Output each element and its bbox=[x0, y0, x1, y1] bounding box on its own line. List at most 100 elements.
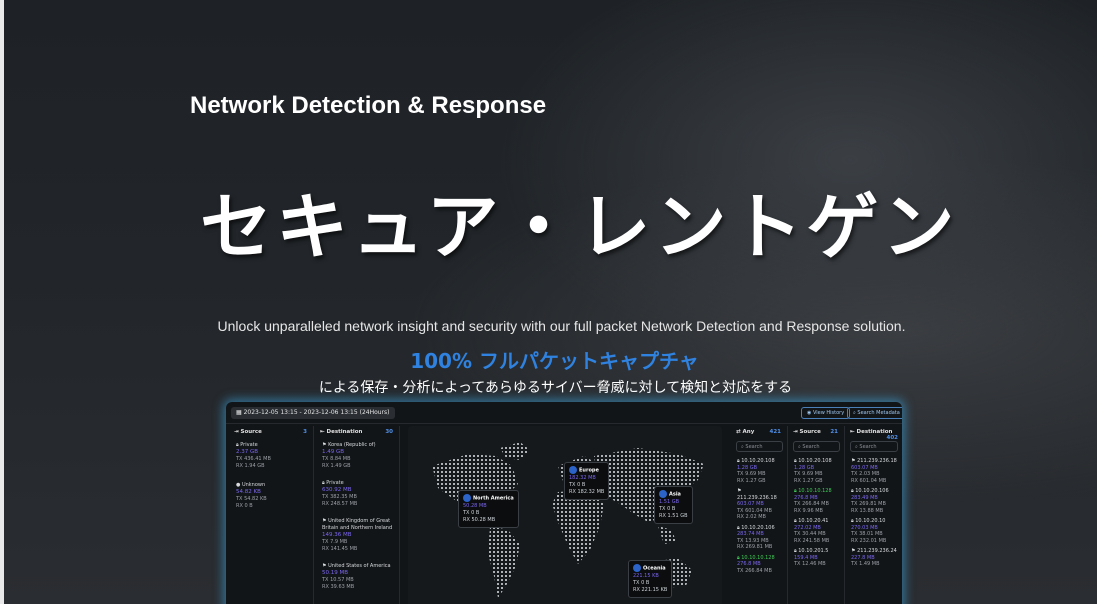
left-edge-strip bbox=[0, 0, 4, 604]
entry-rx: RX 601.04 MB bbox=[851, 477, 887, 484]
source-ip-panel-header: ⇥ Source 21 bbox=[789, 426, 844, 438]
list-item[interactable]: ⚑ 211.239.236.18 603.07 MB TX 2.03 MB RX 60… bbox=[846, 455, 902, 485]
entry-rx: RX 0 B bbox=[236, 503, 253, 509]
entry-size: 149.36 MB bbox=[322, 532, 352, 538]
entry-rx: RX 39.63 MB bbox=[322, 584, 355, 590]
entry-rx: RX 1.94 GB bbox=[236, 463, 265, 469]
region-popup-asia[interactable]: Asia 1.51 GB TX 0 B RX 1.51 GB bbox=[654, 486, 693, 524]
entry-size: 50.19 MB bbox=[322, 570, 349, 576]
region-size: 221.15 KB bbox=[633, 572, 659, 579]
entry-name: Korea (Republic of) bbox=[328, 442, 376, 448]
entry-ip: 10.10.20.108 bbox=[798, 458, 832, 464]
list-item[interactable]: 🔒︎ 10.10.20.41 272.02 MB TX 30.44 MB RX 241… bbox=[789, 515, 844, 545]
region-rx: RX 182.32 MB bbox=[569, 488, 605, 495]
any-panel-title: Any bbox=[742, 429, 755, 435]
date-range-picker[interactable]: ▦ 2023-12-05 13:15 - 2023-12-06 13:15 (2… bbox=[231, 407, 395, 419]
entry-rx: RX 1.49 GB bbox=[322, 463, 351, 469]
region-name: Europe bbox=[579, 467, 599, 474]
view-history-button[interactable]: ◉ View History bbox=[801, 407, 851, 419]
flag-icon: ⚑ bbox=[737, 488, 742, 494]
destination-panel-title: Destination bbox=[326, 429, 363, 435]
world-map[interactable]: North America 50.28 MB TX 0 B RX 50.28 M… bbox=[408, 426, 722, 604]
region-tx: TX 0 B bbox=[659, 505, 676, 512]
list-item[interactable]: ⚑ 211.239.236.18 603.07 MB TX 601.04 MB RX … bbox=[732, 485, 787, 522]
hero-subline: Unlock unparalleled network insight and … bbox=[217, 318, 906, 334]
entry-size: 2.37 GB bbox=[236, 449, 259, 455]
list-item[interactable]: 🔒︎ Private 2.37 GB TX 436.41 MB RX 1.94 … bbox=[230, 438, 313, 472]
search-placeholder: Search bbox=[859, 444, 877, 450]
search-metadata-button[interactable]: ⌕ Search Metadata bbox=[847, 407, 902, 419]
region-size: 50.28 MB bbox=[463, 502, 487, 509]
list-item[interactable]: 🔒︎ 10.10.10.128 276.8 MB TX 266.84 MB bbox=[732, 552, 787, 576]
date-range-label: 2023-12-05 13:15 - 2023-12-06 13:15 (24H… bbox=[243, 409, 390, 416]
globe-icon bbox=[659, 490, 667, 498]
region-popup-north-america[interactable]: North America 50.28 MB TX 0 B RX 50.28 M… bbox=[458, 490, 519, 528]
destination-panel: ⇤ Destination 30 ⚑ Korea (Republic of) 1… bbox=[316, 426, 400, 604]
entry-ip: 10.10.10.128 bbox=[798, 488, 832, 494]
destination-panel-header: ⇤ Destination 30 bbox=[316, 426, 399, 438]
entry-name: Private bbox=[326, 480, 344, 486]
list-item[interactable]: 🔒︎ 10.10.20.108 1.28 GB TX 9.69 MB RX 1.27 … bbox=[789, 455, 844, 485]
entry-tx: TX 382.35 MB bbox=[322, 494, 357, 500]
destination-search-input[interactable]: ⌕ Search bbox=[850, 441, 898, 452]
source-panel-title: Source bbox=[240, 429, 262, 435]
entry-tx: TX 7.9 MB bbox=[322, 539, 348, 545]
source-panel: ⇥ Source 3 🔒︎ Private 2.37 GB TX 436.41 … bbox=[230, 426, 314, 604]
entry-ip: 211.239.236.24 bbox=[857, 548, 897, 554]
region-popup-oceania[interactable]: Oceania 221.15 KB TX 0 B RX 221.15 KB bbox=[628, 560, 673, 598]
entry-name: Unknown bbox=[241, 482, 266, 488]
list-item[interactable]: 🔒︎ 10.10.20.106 283.74 MB TX 13.93 MB RX 26… bbox=[732, 522, 787, 552]
list-item[interactable]: ⚑ United Kingdom of Great Britain and No… bbox=[316, 514, 399, 555]
entry-ip: 10.10.20.106 bbox=[741, 524, 775, 531]
list-item[interactable]: ⚑ Korea (Republic of) 1.49 GB TX 8.84 MB… bbox=[316, 438, 399, 472]
source-search-input[interactable]: ⌕ Search bbox=[793, 441, 840, 452]
hero-highlight: 100% フルパケットキャプチャ bbox=[410, 349, 699, 373]
entry-ip: 10.10.20.41 bbox=[798, 518, 829, 524]
region-rx: RX 1.51 GB bbox=[659, 512, 688, 519]
destination-ip-count: 402 bbox=[886, 435, 898, 441]
source-ip-count: 21 bbox=[830, 429, 838, 435]
entry-ip: 10.10.20.10 bbox=[855, 518, 886, 524]
entry-rx: RX 141.45 MB bbox=[322, 546, 358, 552]
region-rx: RX 50.28 MB bbox=[463, 516, 496, 523]
list-item[interactable]: 🔒︎ Private 630.92 MB TX 382.35 MB RX 248… bbox=[316, 476, 399, 510]
hero-title: セキュア・レントゲン bbox=[200, 185, 959, 269]
list-item[interactable]: 🔒︎ 10.10.20.10 270.03 MB TX 38.01 MB RX 232… bbox=[846, 515, 902, 545]
entry-tx: TX 266.84 MB bbox=[737, 567, 772, 574]
entry-ip: 10.10.201.5 bbox=[798, 548, 829, 554]
region-name: North America bbox=[473, 495, 514, 502]
entry-rx: RX 248.57 MB bbox=[322, 501, 358, 507]
source-ip-panel: ⇥ Source 21 ⌕ Search 🔒︎ 10.10.20.108 1.28… bbox=[789, 426, 845, 604]
entry-name: United States of America bbox=[328, 563, 391, 569]
search-placeholder: Search bbox=[745, 444, 763, 450]
region-tx: TX 0 B bbox=[633, 579, 650, 586]
list-item[interactable]: 🔒︎ 10.10.20.106 283.49 MB TX 269.81 MB RX 1… bbox=[846, 485, 902, 515]
entry-name: United Kingdom of Great Britain and Nort… bbox=[322, 518, 393, 531]
destination-ip-panel-header: ⇤ Destination 402 bbox=[846, 426, 902, 441]
any-search-input[interactable]: ⌕ Search bbox=[736, 441, 783, 452]
entry-rx: RX 9.96 MB bbox=[794, 507, 823, 514]
entry-tx: TX 8.84 MB bbox=[322, 456, 351, 462]
entry-rx: RX 13.88 MB bbox=[851, 507, 884, 514]
list-item[interactable]: 🔒︎ 10.10.201.5 159.4 MB TX 12.46 MB bbox=[789, 545, 844, 569]
entry-ip: 10.10.20.106 bbox=[855, 488, 889, 494]
source-panel-header: ⇥ Source 3 bbox=[230, 426, 313, 438]
entry-ip: 211.239.236.18 bbox=[857, 458, 897, 464]
entry-tx: TX 10.57 MB bbox=[322, 577, 354, 583]
region-popup-europe[interactable]: Europe 182.32 MB TX 0 B RX 182.32 MB bbox=[564, 462, 610, 500]
entry-tx: TX 12.46 MB bbox=[794, 561, 826, 567]
list-item[interactable]: ● Unknown 54.82 KB TX 54.82 KB RX 0 B bbox=[230, 478, 313, 512]
entry-tx: TX 1.49 MB bbox=[851, 561, 880, 567]
dashboard-toolbar: ▦ 2023-12-05 13:15 - 2023-12-06 13:15 (2… bbox=[226, 402, 902, 424]
region-rx: RX 221.15 KB bbox=[633, 586, 668, 593]
list-item[interactable]: ⚑ 211.239.236.24 227.8 MB TX 1.49 MB bbox=[846, 545, 902, 569]
entry-rx: RX 241.58 MB bbox=[794, 537, 830, 544]
list-item[interactable]: ⚑ United States of America 50.19 MB TX 1… bbox=[316, 559, 399, 593]
any-panel-header: ⇄ Any 421 bbox=[732, 426, 787, 438]
any-count: 421 bbox=[769, 429, 781, 435]
list-item[interactable]: 🔒︎ 10.10.10.128 276.8 MB TX 266.84 MB RX 9.… bbox=[789, 485, 844, 515]
entry-rx: RX 232.01 MB bbox=[851, 537, 887, 544]
list-item[interactable]: 🔒︎ 10.10.20.108 1.28 GB TX 9.69 MB RX 1.27 … bbox=[732, 455, 787, 485]
search-placeholder: Search bbox=[802, 444, 820, 450]
region-tx: TX 0 B bbox=[569, 481, 586, 488]
